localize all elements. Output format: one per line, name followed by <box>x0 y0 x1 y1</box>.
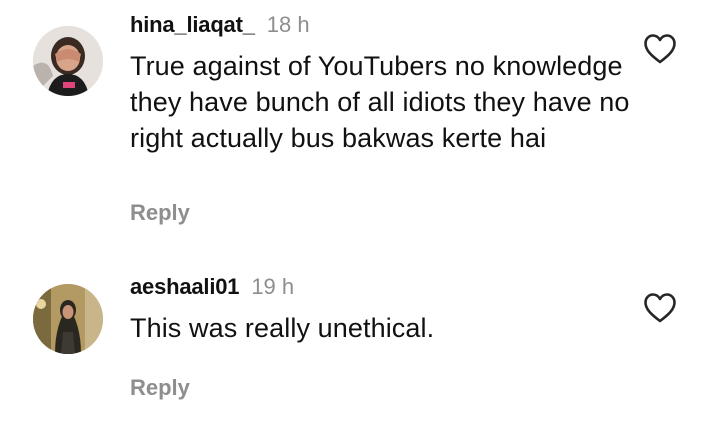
timestamp: 19 h <box>251 274 295 299</box>
reply-button[interactable]: Reply <box>130 375 190 401</box>
comment-item: hina_liaqat_ 18 h True against of YouTube… <box>0 0 720 250</box>
username[interactable]: aeshaali01 <box>130 274 240 299</box>
comment-meta: hina_liaqat_ 18 h <box>130 10 640 40</box>
timestamp: 18 h <box>266 12 310 37</box>
username[interactable]: hina_liaqat_ <box>130 12 255 37</box>
comment-text: This was really unethical. <box>130 313 435 343</box>
avatar-image <box>33 26 103 96</box>
comment-body: aeshaali01 19 h This was really unethical… <box>130 272 640 346</box>
avatar[interactable] <box>33 26 103 96</box>
avatar[interactable] <box>33 284 103 354</box>
comment-text: True against of YouTubers no knowledge t… <box>130 51 630 153</box>
comment-meta: aeshaali01 19 h <box>130 272 640 302</box>
avatar-image <box>33 284 103 354</box>
heart-outline-icon <box>644 293 676 323</box>
like-button[interactable] <box>643 292 677 324</box>
like-button[interactable] <box>643 33 677 65</box>
comment-body: hina_liaqat_ 18 h True against of YouTube… <box>130 10 640 156</box>
heart-outline-icon <box>644 34 676 64</box>
comment-item: aeshaali01 19 h This was really unethical… <box>0 262 720 426</box>
reply-button[interactable]: Reply <box>130 200 190 226</box>
